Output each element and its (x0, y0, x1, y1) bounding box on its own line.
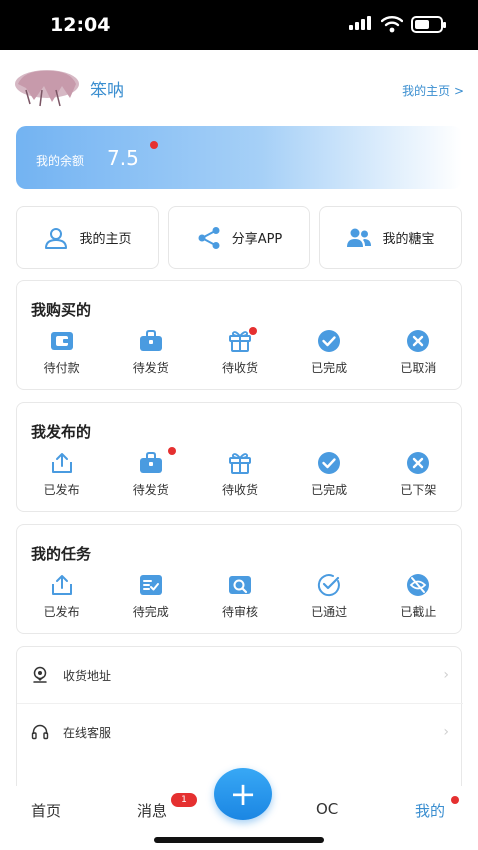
notification-dot (168, 447, 177, 455)
status-label: 已发布 (43, 605, 80, 619)
task-status-under-review[interactable]: 待审核 (195, 573, 284, 620)
status-label: 待收货 (221, 361, 258, 375)
published-status-completed[interactable]: 已完成 (285, 451, 374, 498)
menu-item-label: 收货地址 (63, 668, 112, 683)
message-count-badge: 1 (171, 793, 197, 807)
menu-item-label: 在线客服 (63, 725, 112, 740)
checklist-icon (139, 575, 162, 595)
tasks-section: 我的任务 已发布 待完成 待审核 已通过 已截止 (16, 524, 462, 634)
plus-icon: + (229, 775, 257, 813)
tab-label: 我的 (415, 802, 446, 820)
status-label: 待付款 (43, 361, 80, 375)
menu-item-address[interactable]: 收货地址 › (17, 647, 463, 703)
create-button[interactable]: + (214, 768, 272, 820)
status-label: 待发货 (132, 361, 169, 375)
order-status-pending-receipt[interactable]: 待收货 (195, 327, 284, 376)
status-bar: 12:04 (0, 0, 478, 50)
user-icon (45, 227, 68, 249)
published-status-pending-shipment[interactable]: 待发货 (106, 447, 195, 498)
status-label: 已完成 (311, 483, 348, 497)
signal-icon (349, 16, 371, 30)
quick-action-candy[interactable]: 我的糖宝 (319, 206, 462, 269)
status-label: 待完成 (132, 605, 169, 619)
notification-dot (249, 327, 258, 335)
menu-item-support[interactable]: 在线客服 › (17, 704, 463, 760)
bag-icon (139, 452, 162, 473)
status-label: 已发布 (43, 483, 80, 497)
tab-home[interactable]: 首页 (31, 800, 61, 821)
homepage-link[interactable]: 我的主页 > (402, 82, 464, 99)
tab-oc[interactable]: OC (316, 800, 338, 818)
published-status-pending-receipt[interactable]: 待收货 (195, 451, 284, 498)
check-outline-icon (318, 574, 341, 597)
profile-header: 笨呐 我的主页 > (0, 60, 478, 120)
status-label: 已截止 (400, 605, 437, 619)
tab-label: OC (316, 800, 339, 818)
location-icon (33, 666, 47, 683)
task-status-approved[interactable]: 已通过 (285, 573, 374, 620)
wifi-icon (381, 16, 403, 33)
bag-icon (139, 330, 162, 351)
tab-label: 首页 (31, 802, 62, 820)
battery-icon (411, 16, 446, 33)
task-status-published[interactable]: 已发布 (17, 573, 106, 620)
share-icon (198, 226, 220, 249)
quick-action-label: 分享APP (231, 232, 283, 247)
notification-dot (451, 796, 459, 804)
task-status-closed[interactable]: 已截止 (374, 573, 463, 620)
task-status-to-complete[interactable]: 待完成 (106, 573, 195, 620)
x-circle-icon (407, 330, 430, 352)
status-label: 待发货 (132, 483, 169, 497)
order-status-completed[interactable]: 已完成 (285, 329, 374, 376)
status-label: 待审核 (221, 605, 258, 619)
purchased-section: 我购买的 待付款 待发货 待收货 已完成 已取消 (16, 280, 462, 390)
quick-action-label: 我的主页 (79, 232, 132, 247)
notification-dot (150, 141, 158, 149)
published-section: 我发布的 已发布 待发货 待收货 已完成 已下架 (16, 402, 462, 512)
status-time: 12:04 (50, 14, 111, 36)
check-circle-icon (318, 330, 341, 352)
published-status-delisted[interactable]: 已下架 (374, 451, 463, 498)
x-circle-icon (407, 452, 430, 474)
avatar[interactable] (12, 68, 82, 110)
chevron-right-icon: › (443, 724, 449, 740)
published-status-published[interactable]: 已发布 (17, 451, 106, 498)
upload-icon (51, 453, 72, 473)
users-icon (347, 228, 372, 247)
gift-icon (228, 453, 251, 474)
order-status-cancelled[interactable]: 已取消 (374, 329, 463, 376)
section-title: 我购买的 (31, 301, 92, 319)
check-circle-icon (318, 452, 341, 474)
order-status-pending-payment[interactable]: 待付款 (17, 329, 106, 376)
section-title: 我发布的 (31, 423, 92, 441)
headset-icon (31, 724, 49, 740)
home-indicator (154, 837, 324, 843)
quick-action-share[interactable]: 分享APP (168, 206, 310, 269)
quick-action-homepage[interactable]: 我的主页 (16, 206, 159, 269)
balance-amount: 7.5 (107, 146, 139, 170)
tab-label: 消息 (137, 802, 168, 820)
section-title: 我的任务 (31, 545, 92, 563)
status-label: 已完成 (311, 361, 348, 375)
order-status-pending-shipment[interactable]: 待发货 (106, 329, 195, 376)
upload-icon (51, 575, 72, 595)
status-label: 已取消 (400, 361, 437, 375)
review-icon (228, 576, 251, 594)
status-label: 已下架 (400, 483, 437, 497)
eye-off-icon (407, 574, 430, 596)
chevron-right-icon: › (443, 667, 449, 683)
balance-card[interactable]: 我的余额 7.5 (16, 126, 462, 189)
tab-mine[interactable]: 我的 (415, 796, 459, 821)
tab-messages[interactable]: 消息 1 (137, 793, 197, 821)
balance-label: 我的余额 (36, 154, 85, 168)
status-label: 待收货 (221, 483, 258, 497)
quick-action-label: 我的糖宝 (382, 232, 435, 247)
status-label: 已通过 (311, 605, 348, 619)
username: 笨呐 (90, 81, 124, 101)
wallet-icon (50, 332, 73, 350)
